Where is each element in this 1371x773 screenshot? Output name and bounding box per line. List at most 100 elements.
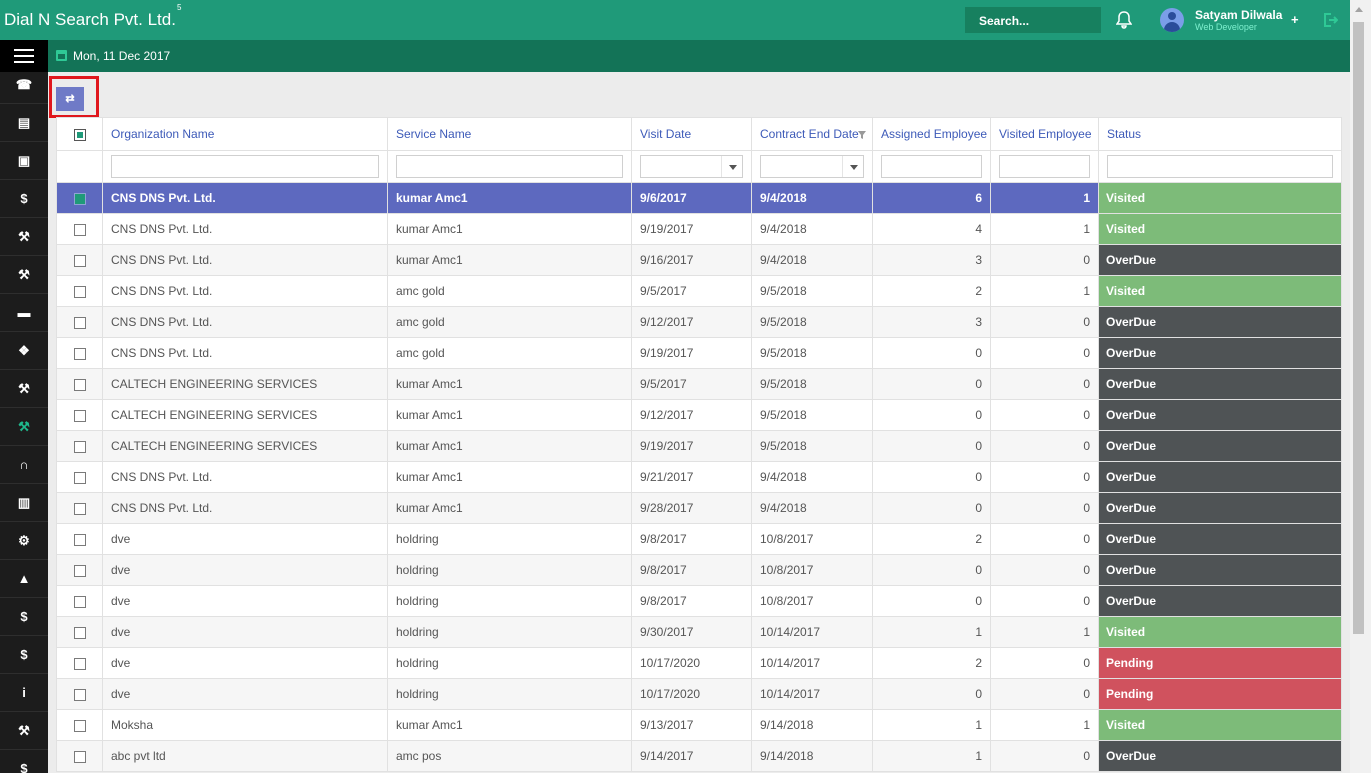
user-name[interactable]: Satyam Dilwala (1195, 8, 1282, 22)
service-filter-input[interactable] (396, 155, 623, 178)
column-header[interactable]: Organization Name (102, 117, 388, 151)
row-select-cell[interactable] (56, 182, 103, 214)
row-checkbox[interactable] (73, 285, 86, 298)
table-row[interactable]: dve holdring 9/8/2017 10/8/2017 0 0 OverDue (56, 554, 1342, 586)
table-row[interactable]: dve holdring 9/8/2017 10/8/2017 0 0 OverDue (56, 585, 1342, 617)
row-checkbox[interactable] (73, 223, 86, 236)
table-row[interactable]: dve holdring 10/17/2020 10/14/2017 2 0 Pending (56, 647, 1342, 679)
row-select-cell[interactable] (56, 244, 103, 276)
assigned-filter-input[interactable] (881, 155, 982, 178)
add-icon[interactable]: + (1291, 12, 1299, 27)
table-row[interactable]: abc pvt ltd amc pos 9/14/2017 9/14/2018 1 0 Ov… (56, 740, 1342, 772)
row-select-cell[interactable] (56, 647, 103, 679)
row-checkbox[interactable] (73, 533, 86, 546)
table-row[interactable]: CNS DNS Pvt. Ltd. kumar Amc1 9/16/2017 9/4/… (56, 244, 1342, 276)
dollar-icon[interactable]: $ (0, 636, 48, 674)
phone-icon[interactable]: ☎ (0, 66, 48, 104)
row-select-cell[interactable] (56, 213, 103, 245)
dollar-icon[interactable]: $ (0, 598, 48, 636)
dollar-icon[interactable]: $ (0, 180, 48, 218)
row-checkbox[interactable] (73, 626, 86, 639)
wrench-icon[interactable]: ⚒ (0, 408, 48, 446)
contract-end-filter[interactable] (760, 155, 864, 178)
dollar-icon[interactable]: $ (0, 750, 48, 773)
row-select-cell[interactable] (56, 430, 103, 462)
column-header[interactable]: Visit Date (631, 117, 752, 151)
user-icon[interactable]: ▲ (0, 560, 48, 598)
filter-icon[interactable] (858, 131, 866, 139)
table-row[interactable]: CNS DNS Pvt. Ltd. amc gold 9/19/2017 9/5/20… (56, 337, 1342, 369)
row-checkbox[interactable] (73, 440, 86, 453)
column-header[interactable]: Visited Employee (990, 117, 1099, 151)
column-header[interactable]: Status (1098, 117, 1342, 151)
gavel-icon[interactable]: ⚒ (0, 256, 48, 294)
row-select-cell[interactable] (56, 554, 103, 586)
table-row[interactable]: CNS DNS Pvt. Ltd. amc gold 9/12/2017 9/5/20… (56, 306, 1342, 338)
row-checkbox[interactable] (73, 471, 86, 484)
table-row[interactable]: Moksha kumar Amc1 9/13/2017 9/14/2018 1 1 Visi… (56, 709, 1342, 741)
row-select-cell[interactable] (56, 616, 103, 648)
visit-date-filter[interactable] (640, 155, 743, 178)
row-checkbox[interactable] (73, 688, 86, 701)
table-row[interactable]: CALTECH ENGINEERING SERVICES kumar Amc1 9/… (56, 399, 1342, 431)
wrench-icon[interactable]: ⚒ (0, 712, 48, 750)
avatar[interactable] (1160, 8, 1184, 32)
industry-icon[interactable]: ▥ (0, 484, 48, 522)
row-select-cell[interactable] (56, 306, 103, 338)
table-row[interactable]: CNS DNS Pvt. Ltd. kumar Amc1 9/19/2017 9/4/… (56, 213, 1342, 245)
headset-icon[interactable]: ∩ (0, 446, 48, 484)
row-select-cell[interactable] (56, 368, 103, 400)
row-checkbox[interactable] (73, 192, 86, 205)
table-row[interactable]: CALTECH ENGINEERING SERVICES kumar Amc1 9/… (56, 368, 1342, 400)
truck-icon[interactable]: ▬ (0, 294, 48, 332)
bell-icon[interactable] (1116, 11, 1132, 29)
row-select-cell[interactable] (56, 337, 103, 369)
gavel-icon[interactable]: ⚒ (0, 218, 48, 256)
scrollbar-thumb[interactable] (1353, 22, 1364, 634)
row-select-cell[interactable] (56, 740, 103, 772)
org-filter-input[interactable] (111, 155, 379, 178)
row-select-cell[interactable] (56, 678, 103, 710)
logout-icon[interactable] (1322, 12, 1338, 28)
info-icon[interactable]: i (0, 674, 48, 712)
brand-title[interactable]: Dial N Search Pvt. Ltd.5 (4, 3, 181, 30)
row-checkbox[interactable] (73, 502, 86, 515)
table-row[interactable]: CNS DNS Pvt. Ltd. kumar Amc1 9/6/2017 9/4/2… (56, 182, 1342, 214)
select-all-cell[interactable] (56, 117, 103, 151)
column-header[interactable]: Contract End Date (751, 117, 873, 151)
row-checkbox[interactable] (73, 719, 86, 732)
search-input[interactable]: Search... (965, 7, 1101, 33)
row-checkbox[interactable] (73, 409, 86, 422)
row-checkbox[interactable] (73, 378, 86, 391)
column-header[interactable]: Assigned Employee (872, 117, 991, 151)
row-checkbox[interactable] (73, 564, 86, 577)
row-select-cell[interactable] (56, 709, 103, 741)
column-header[interactable]: Service Name (387, 117, 632, 151)
basket-icon[interactable]: ▤ (0, 104, 48, 142)
select-all-checkbox[interactable] (73, 128, 86, 141)
table-row[interactable]: CNS DNS Pvt. Ltd. kumar Amc1 9/28/2017 9/4/… (56, 492, 1342, 524)
wrench-icon[interactable]: ⚒ (0, 370, 48, 408)
puzzle-icon[interactable]: ❖ (0, 332, 48, 370)
row-checkbox[interactable] (73, 595, 86, 608)
row-select-cell[interactable] (56, 399, 103, 431)
row-select-cell[interactable] (56, 461, 103, 493)
table-row[interactable]: CNS DNS Pvt. Ltd. amc gold 9/5/2017 9/5/201… (56, 275, 1342, 307)
pdf-icon[interactable]: ▣ (0, 142, 48, 180)
status-filter-input[interactable] (1107, 155, 1333, 178)
table-row[interactable]: dve holdring 10/17/2020 10/14/2017 0 0 Pending (56, 678, 1342, 710)
row-select-cell[interactable] (56, 275, 103, 307)
row-checkbox[interactable] (73, 347, 86, 360)
table-row[interactable]: CALTECH ENGINEERING SERVICES kumar Amc1 9/… (56, 430, 1342, 462)
table-row[interactable]: CNS DNS Pvt. Ltd. kumar Amc1 9/21/2017 9/4/… (56, 461, 1342, 493)
table-row[interactable]: dve holdring 9/30/2017 10/14/2017 1 1 Visited (56, 616, 1342, 648)
table-row[interactable]: dve holdring 9/8/2017 10/8/2017 2 0 OverDue (56, 523, 1342, 555)
row-select-cell[interactable] (56, 585, 103, 617)
scroll-up-icon[interactable] (1355, 7, 1363, 12)
row-checkbox[interactable] (73, 657, 86, 670)
row-checkbox[interactable] (73, 254, 86, 267)
row-checkbox[interactable] (73, 750, 86, 763)
row-select-cell[interactable] (56, 492, 103, 524)
row-select-cell[interactable] (56, 523, 103, 555)
cogs-icon[interactable]: ⚙ (0, 522, 48, 560)
